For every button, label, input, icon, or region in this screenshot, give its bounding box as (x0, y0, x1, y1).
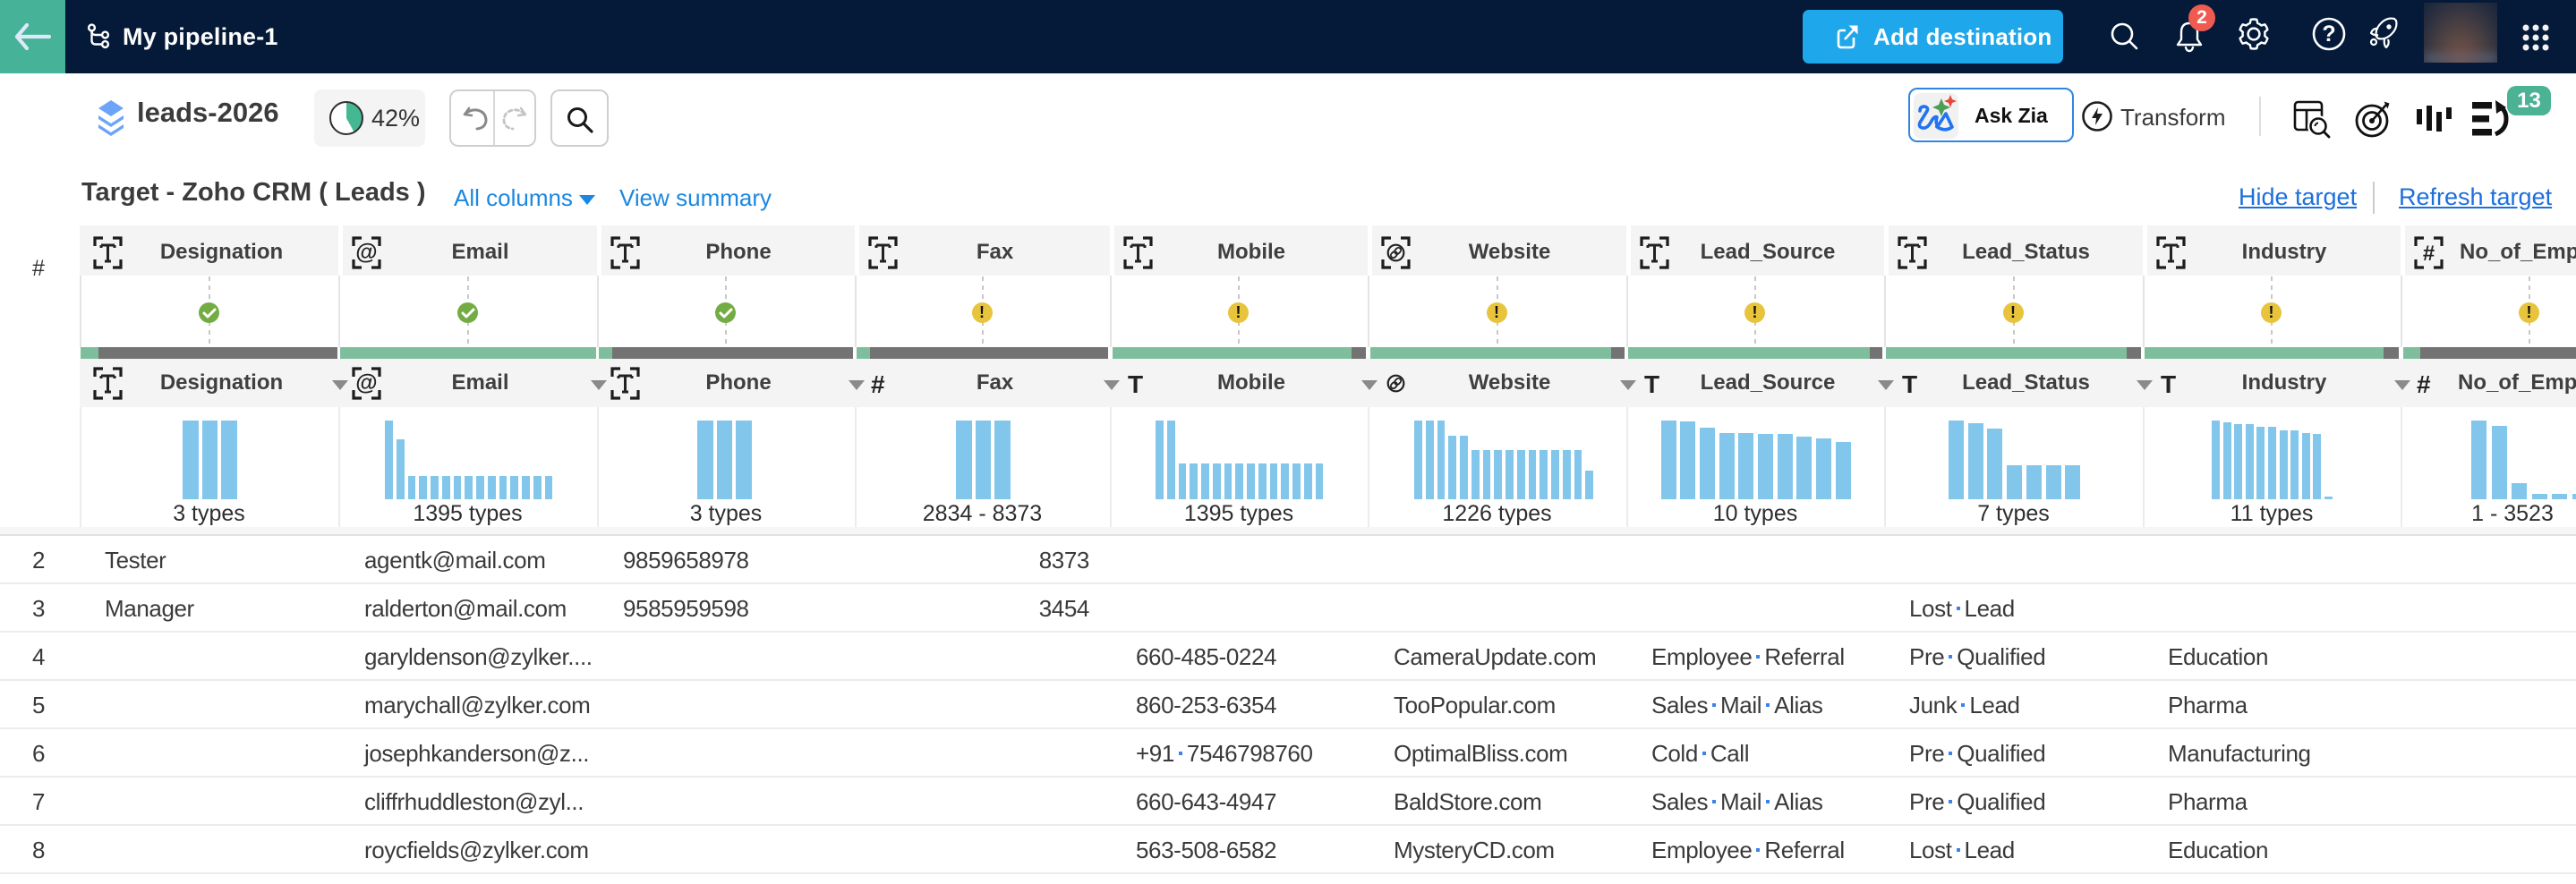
svg-text:#: # (2423, 242, 2435, 266)
